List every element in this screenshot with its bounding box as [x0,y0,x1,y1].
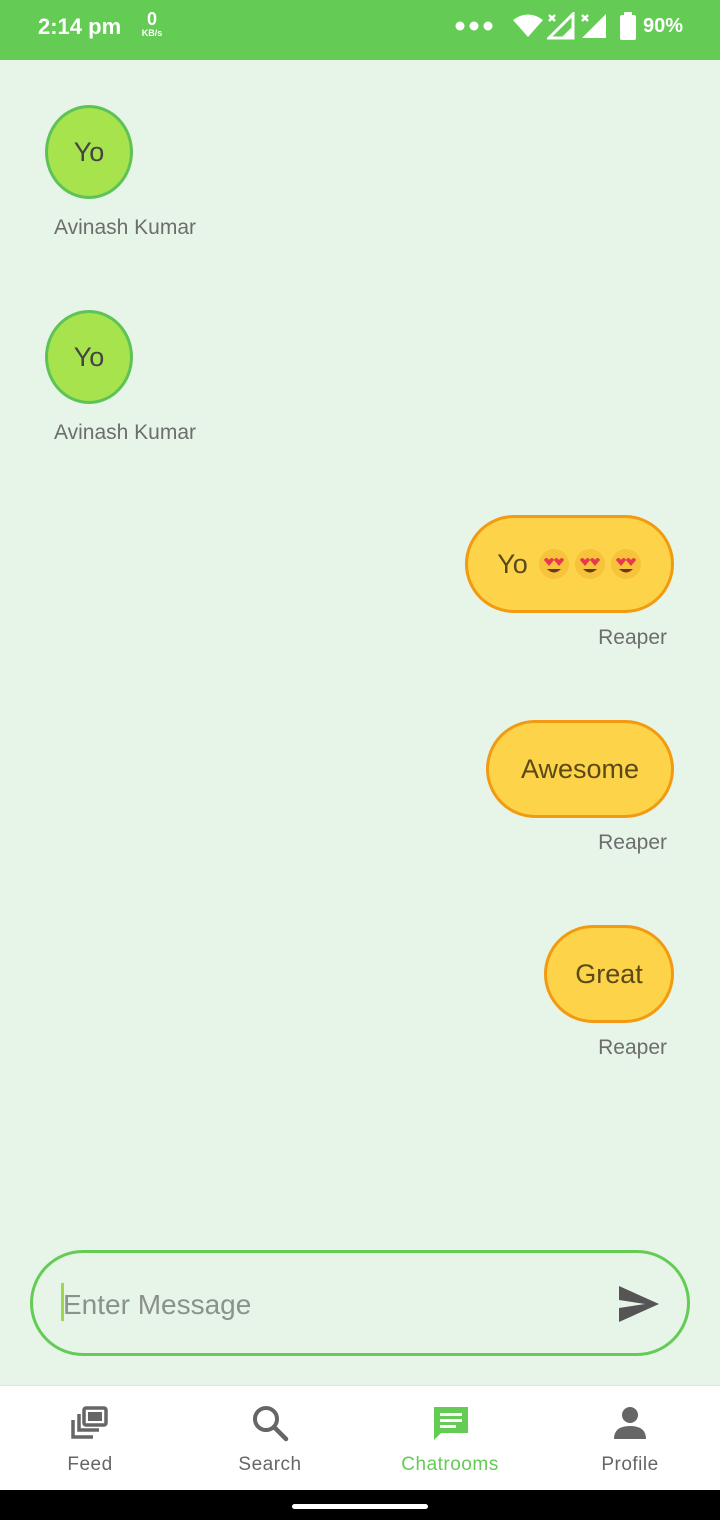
message-composer [30,1250,690,1356]
nav-feed[interactable]: Feed [0,1386,180,1491]
message-text: Awesome [520,753,640,784]
message-text: Yo [45,105,133,199]
emoji-row [534,548,642,581]
network-speed: 0 KB/s [136,10,168,38]
heart-eyes-emoji-icon [574,549,605,580]
network-speed-unit: KB/s [141,28,163,38]
message-bubble-right[interactable]: Yo [465,515,674,613]
message-sender: Reaper [598,831,667,854]
heart-eyes-emoji-icon [610,549,641,580]
person-icon [614,1407,646,1439]
status-bar: 2:14 pm 0 KB/s 90% [0,0,720,60]
message-sender: Avinash Kumar [54,421,197,444]
nav-chatrooms-label: Chatrooms [401,1454,499,1475]
message-sender: Reaper [598,1036,667,1059]
nav-chatrooms[interactable]: Chatrooms [360,1386,540,1491]
signal-icon [547,12,575,40]
chat-icon [434,1407,468,1440]
send-icon[interactable] [617,1284,661,1324]
message-text: Great [575,958,643,989]
home-gesture-handle[interactable] [292,1504,428,1509]
nav-profile-label: Profile [601,1454,659,1475]
message-bubble-right[interactable]: Awesome [486,720,674,818]
status-time: 2:14 pm [38,14,122,39]
system-navigation-bar [0,1490,720,1520]
battery-percent: 90% [643,15,684,37]
message-bubble-right[interactable]: Great [544,925,674,1023]
message-bubble-left[interactable]: Yo [45,105,133,199]
battery-icon [620,12,636,40]
message-text: Yo [497,548,528,579]
nav-feed-label: Feed [67,1454,113,1475]
message-text: Yo [45,310,133,404]
nav-search[interactable]: Search [180,1386,360,1491]
feed-icon [71,1406,108,1439]
bottom-navigation: Feed Search Chatrooms Profile [0,1385,720,1491]
nav-profile[interactable]: Profile [540,1386,720,1491]
wifi-icon [513,14,543,37]
message-sender: Reaper [598,626,667,649]
message-sender: Avinash Kumar [54,216,197,239]
search-icon [253,1406,289,1442]
heart-eyes-emoji-icon [538,549,569,580]
network-speed-value: 0 [146,9,157,29]
message-bubble-left[interactable]: Yo [45,310,133,404]
more-notifications-icon [455,21,493,31]
message-input[interactable] [61,1277,605,1333]
nav-search-label: Search [238,1454,302,1475]
signal-2-icon [581,14,606,38]
